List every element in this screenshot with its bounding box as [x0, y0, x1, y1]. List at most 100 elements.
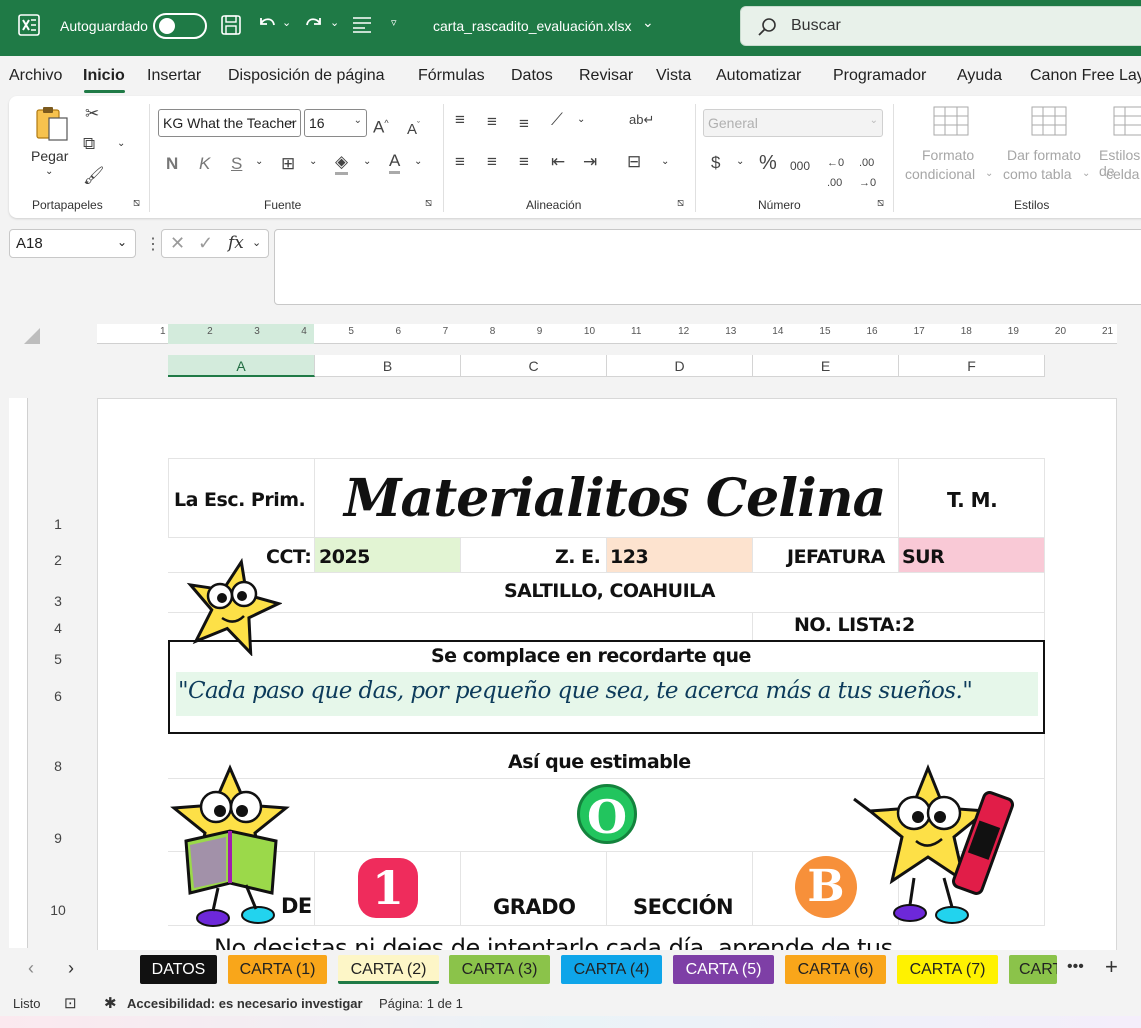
- conditional-format-label[interactable]: Formato: [922, 147, 974, 163]
- merge-dropdown-icon[interactable]: ⌄: [661, 156, 669, 167]
- align-icon[interactable]: [352, 16, 372, 37]
- name-box-dropdown-icon[interactable]: ⌄: [117, 235, 127, 249]
- tab-revisar[interactable]: Revisar: [579, 67, 633, 85]
- row-header-5[interactable]: 5: [40, 651, 76, 667]
- insert-function-dropdown-icon[interactable]: ⌄: [252, 236, 261, 249]
- paste-dropdown-icon[interactable]: ⌄: [45, 166, 53, 177]
- row-header-8[interactable]: 8: [40, 758, 76, 774]
- vertical-ruler[interactable]: [9, 398, 28, 948]
- font-color-dropdown-icon[interactable]: ⌄: [414, 156, 422, 167]
- sheet-tab[interactable]: CARTA (8): [1009, 955, 1057, 984]
- insert-function-button[interactable]: fx: [228, 233, 244, 253]
- row-header-3[interactable]: 3: [40, 593, 76, 609]
- alignment-launcher-icon[interactable]: ⧅: [677, 197, 684, 210]
- percent-button[interactable]: %: [759, 153, 777, 173]
- font-color-icon[interactable]: A: [389, 151, 401, 174]
- wrap-text-icon[interactable]: ab↵: [629, 110, 654, 130]
- table-format-label[interactable]: Dar formato: [1007, 147, 1081, 163]
- sheet-tab[interactable]: CARTA (7): [897, 955, 998, 984]
- row-header-10[interactable]: 10: [40, 902, 76, 918]
- align-left-icon[interactable]: ≡: [455, 152, 465, 172]
- column-header-d[interactable]: D: [607, 355, 753, 377]
- sheet-tab[interactable]: CARTA (6): [785, 955, 886, 984]
- column-header-c[interactable]: C: [461, 355, 607, 377]
- row-header-1[interactable]: 1: [40, 516, 76, 532]
- column-header-e[interactable]: E: [753, 355, 899, 377]
- increase-decimal-icon[interactable]: ←0.00: [827, 153, 844, 193]
- select-all-corner[interactable]: [24, 328, 40, 344]
- tab-ayuda[interactable]: Ayuda: [957, 67, 1002, 85]
- horizontal-ruler[interactable]: 1 2 3 4 5 6 7 8 9 10 11 12 13 14 15 16 17 18 19 20 21: [97, 324, 1117, 344]
- name-box[interactable]: A18 ⌄: [9, 229, 136, 258]
- thousands-button[interactable]: 000: [790, 156, 810, 176]
- underline-button[interactable]: S: [231, 154, 242, 174]
- tab-inicio[interactable]: Inicio: [83, 67, 125, 85]
- table-format-dropdown-icon[interactable]: ⌄: [1082, 168, 1090, 179]
- borders-icon[interactable]: ⊞: [281, 154, 295, 174]
- tab-disposicion[interactable]: Disposición de página: [228, 67, 385, 85]
- merge-center-icon[interactable]: ⊟: [627, 152, 641, 172]
- row-header-2[interactable]: 2: [40, 552, 76, 568]
- formula-bar-options-icon[interactable]: ⋮: [145, 234, 161, 254]
- format-painter-icon[interactable]: 🖌: [83, 166, 105, 186]
- sheet-tab[interactable]: DATOS: [140, 955, 217, 984]
- enter-icon[interactable]: ✓: [198, 233, 213, 254]
- align-center-icon[interactable]: ≡: [487, 152, 497, 172]
- increase-font-icon[interactable]: A^: [373, 113, 389, 138]
- font-name-select[interactable]: KG What the Teacher Wants⌄: [158, 109, 301, 137]
- decrease-decimal-icon[interactable]: .00 →0: [859, 153, 876, 193]
- formula-input[interactable]: [274, 229, 1141, 305]
- paste-icon[interactable]: [33, 104, 73, 147]
- cell-styles-icon[interactable]: [1113, 106, 1141, 141]
- more-tabs-icon[interactable]: •••: [1067, 958, 1084, 976]
- tab-archivo[interactable]: Archivo: [9, 67, 62, 85]
- column-header-f[interactable]: F: [899, 355, 1045, 377]
- orientation-icon[interactable]: ⟋: [551, 110, 563, 130]
- fill-color-dropdown-icon[interactable]: ⌄: [363, 156, 371, 167]
- tab-automatizar[interactable]: Automatizar: [716, 67, 801, 85]
- redo-icon[interactable]: [302, 12, 326, 39]
- align-middle-icon[interactable]: ≡: [487, 112, 497, 132]
- row-header-6[interactable]: 6: [40, 688, 76, 704]
- scroll-tabs-right-icon[interactable]: ›: [68, 958, 74, 979]
- column-header-b[interactable]: B: [315, 355, 461, 377]
- clipboard-launcher-icon[interactable]: ⧅: [133, 197, 140, 210]
- cut-icon[interactable]: ✂: [85, 104, 99, 124]
- accessibility-icon[interactable]: ✱: [104, 994, 117, 1012]
- currency-dropdown-icon[interactable]: ⌄: [736, 156, 744, 167]
- autosave-toggle[interactable]: [153, 13, 207, 39]
- number-launcher-icon[interactable]: ⧅: [877, 197, 884, 210]
- undo-dropdown-icon[interactable]: ⌄: [282, 16, 291, 29]
- file-name-dropdown-icon[interactable]: ⌄: [642, 14, 654, 31]
- table-format-label-2[interactable]: como tabla: [1003, 166, 1071, 182]
- scroll-tabs-left-icon[interactable]: ‹: [28, 958, 34, 979]
- number-format-select[interactable]: General ⌄: [703, 109, 883, 137]
- sheet-tab[interactable]: CARTA (2): [338, 955, 439, 984]
- orientation-dropdown-icon[interactable]: ⌄: [577, 114, 585, 125]
- tab-canon[interactable]: Canon Free Layout: [1030, 67, 1141, 85]
- align-right-icon[interactable]: ≡: [519, 152, 529, 172]
- undo-icon[interactable]: [255, 12, 279, 39]
- font-launcher-icon[interactable]: ⧅: [425, 197, 432, 210]
- redo-dropdown-icon[interactable]: ⌄: [330, 16, 339, 29]
- align-bottom-icon[interactable]: ≡: [519, 114, 529, 134]
- fill-color-icon[interactable]: ◈: [335, 152, 349, 175]
- decrease-font-icon[interactable]: Aˇ: [407, 115, 420, 140]
- sheet-tab[interactable]: CARTA (3): [449, 955, 550, 984]
- excel-logo-icon[interactable]: [18, 14, 40, 36]
- row-header-4[interactable]: 4: [40, 620, 76, 636]
- column-header-a[interactable]: A: [168, 355, 315, 377]
- tab-programador[interactable]: Programador: [833, 67, 926, 85]
- tab-formulas[interactable]: Fórmulas: [418, 67, 485, 85]
- cancel-icon[interactable]: ✕: [170, 233, 185, 254]
- bold-button[interactable]: N: [166, 154, 178, 174]
- decrease-indent-icon[interactable]: ⇤: [551, 152, 565, 172]
- add-sheet-icon[interactable]: +: [1105, 954, 1118, 980]
- search-input[interactable]: Buscar: [740, 6, 1141, 46]
- currency-button[interactable]: $: [711, 153, 720, 173]
- copy-icon[interactable]: ⧉: [83, 134, 95, 154]
- row-header-9[interactable]: 9: [40, 830, 76, 846]
- font-size-select[interactable]: 16 ⌄: [304, 109, 367, 137]
- align-top-icon[interactable]: ≡: [455, 110, 465, 130]
- file-name[interactable]: carta_rascadito_evaluación.xlsx: [433, 18, 631, 34]
